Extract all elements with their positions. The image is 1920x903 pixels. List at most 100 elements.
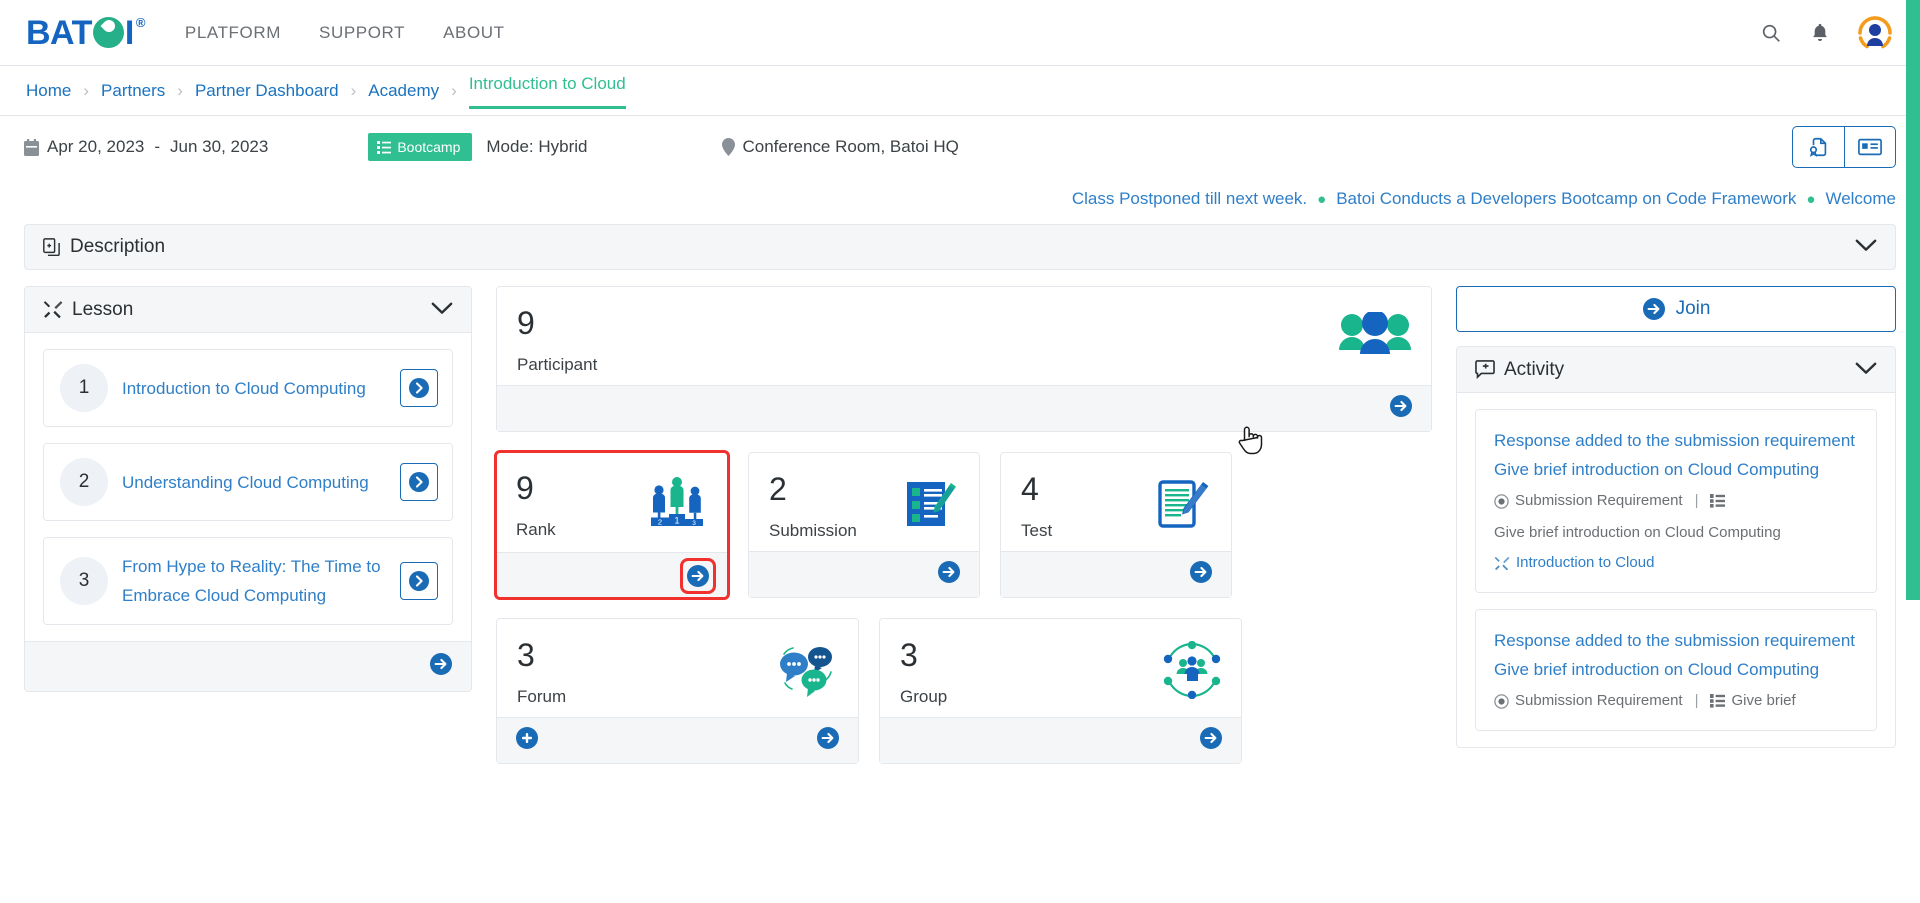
lesson-go-button[interactable] — [400, 463, 438, 501]
lesson-title[interactable]: Introduction to Cloud Computing — [122, 374, 386, 403]
bell-icon[interactable] — [1810, 22, 1830, 44]
chevron-down-icon[interactable] — [1855, 237, 1877, 257]
activity-panel-title: Activity — [1504, 358, 1565, 380]
activity-meta-type: Submission Requirement — [1515, 492, 1683, 509]
breadcrumb-item-introduction-to-cloud[interactable]: Introduction to Cloud — [468, 74, 626, 109]
participant-go-button[interactable] — [1389, 394, 1413, 423]
activity-meta: Submission Requirement | Give brief — [1494, 688, 1858, 714]
course-location-label: Conference Room, Batoi HQ — [742, 137, 959, 156]
breadcrumb-separator: › — [177, 80, 183, 100]
nav-link-support[interactable]: SUPPORT — [319, 23, 405, 43]
batoi-logo[interactable]: BAT I ® — [26, 16, 145, 50]
scrollbar-thumb[interactable] — [1906, 0, 1920, 600]
activity-title[interactable]: Response added to the submission require… — [1494, 626, 1858, 684]
arrow-right-circle-icon — [1200, 727, 1222, 749]
forum-go-button[interactable] — [816, 726, 840, 755]
logo-text-left: BAT — [26, 13, 92, 52]
badge-label: Bootcamp — [397, 139, 461, 155]
group-go-button[interactable] — [1199, 726, 1223, 755]
list-item[interactable]: Response added to the submission require… — [1475, 409, 1877, 593]
arrow-right-circle-icon — [1390, 395, 1412, 417]
radio-dot-icon — [1494, 493, 1509, 509]
ticker-dot: ● — [1317, 190, 1327, 208]
avatar[interactable] — [1858, 15, 1892, 50]
activity-title[interactable]: Response added to the submission require… — [1494, 426, 1858, 484]
date-dash: - — [154, 137, 161, 156]
location-pin-icon — [721, 138, 735, 156]
arrow-right-circle-icon — [938, 561, 960, 583]
lesson-go-button[interactable] — [400, 562, 438, 600]
lesson-panel-header[interactable]: Lesson — [25, 287, 471, 333]
join-button[interactable]: Join — [1456, 286, 1896, 332]
status-badge-bootcamp[interactable]: Bootcamp — [368, 133, 473, 161]
course-mode: Mode: Hybrid — [486, 137, 588, 156]
list-item[interactable]: 2 Understanding Cloud Computing — [43, 443, 453, 521]
stats-column: 9 Participant 9 Rank 1 2 3 2 Submission … — [494, 286, 1432, 842]
forum-add-button[interactable] — [515, 726, 539, 755]
stat-label: Rank — [516, 520, 556, 539]
top-navigation-bar: BAT I ® PLATFORM SUPPORT ABOUT — [0, 0, 1920, 66]
activity-meta-item: Give brief — [1731, 692, 1796, 709]
activity-list: Response added to the submission require… — [1457, 393, 1895, 731]
course-end-date: Jun 30, 2023 — [170, 137, 269, 156]
join-button-label: Join — [1675, 298, 1711, 319]
activity-panel-header[interactable]: Activity — [1457, 347, 1895, 393]
description-panel-header[interactable]: Description — [24, 224, 1896, 270]
primary-nav-links: PLATFORM SUPPORT ABOUT — [185, 23, 505, 43]
lesson-view-all-button[interactable] — [429, 652, 453, 681]
lesson-go-button[interactable] — [400, 369, 438, 407]
plus-circle-icon — [516, 727, 538, 749]
submission-go-button[interactable] — [937, 560, 961, 589]
breadcrumb-item-home[interactable]: Home — [26, 81, 71, 101]
stat-card-rank[interactable]: 9 Rank 1 2 3 — [494, 450, 730, 600]
document-copy-icon — [43, 237, 61, 257]
lesson-panel-title: Lesson — [72, 298, 134, 320]
list-item[interactable]: Response added to the submission require… — [1475, 609, 1877, 731]
breadcrumb-item-partners[interactable]: Partners — [101, 81, 165, 101]
activity-course-link[interactable]: Introduction to Cloud — [1516, 550, 1654, 576]
chevron-down-icon[interactable] — [1855, 360, 1877, 380]
rank-go-button[interactable] — [680, 557, 716, 594]
breadcrumb-item-academy[interactable]: Academy — [368, 81, 439, 101]
id-card-button[interactable] — [1844, 126, 1896, 168]
list-item[interactable]: 3 From Hype to Reality: The Time to Embr… — [43, 537, 453, 625]
nav-link-about[interactable]: ABOUT — [443, 23, 505, 43]
stat-card-test[interactable]: 4 Test — [1000, 452, 1232, 598]
stat-label: Participant — [517, 355, 598, 374]
test-go-button[interactable] — [1189, 560, 1213, 589]
course-location: Conference Room, Batoi HQ — [721, 137, 959, 157]
registered-mark: ® — [135, 14, 146, 30]
stat-card-submission[interactable]: 2 Submission — [748, 452, 980, 598]
page-scrollbar[interactable] — [1906, 0, 1920, 903]
stat-card-group[interactable]: 3 Group — [879, 618, 1242, 764]
arrow-right-circle-icon — [430, 653, 452, 675]
lesson-title[interactable]: From Hype to Reality: The Time to Embrac… — [122, 552, 386, 610]
radio-dot-icon — [1494, 693, 1509, 709]
stat-card-participant[interactable]: 9 Participant — [496, 286, 1432, 432]
arrow-right-circle-icon — [817, 727, 839, 749]
ticker-item[interactable]: Batoi Conducts a Developers Bootcamp on … — [1336, 189, 1796, 209]
chevron-down-icon[interactable] — [431, 300, 453, 320]
breadcrumb-item-partner-dashboard[interactable]: Partner Dashboard — [195, 81, 339, 101]
ticker-item[interactable]: Class Postponed till next week. — [1072, 189, 1307, 209]
stat-label: Submission — [769, 521, 857, 540]
stat-label: Test — [1021, 521, 1053, 540]
list-icon — [377, 140, 392, 154]
arrow-right-circle-icon — [1642, 298, 1665, 320]
stat-count: 9 — [516, 470, 534, 506]
search-icon[interactable] — [1760, 22, 1782, 44]
calendar-icon — [24, 138, 39, 156]
nav-link-platform[interactable]: PLATFORM — [185, 23, 281, 43]
ticker-item[interactable]: Welcome — [1825, 189, 1896, 209]
people-icon — [1339, 309, 1411, 369]
stat-card-forum[interactable]: 3 Forum — [496, 618, 859, 764]
lesson-column: Lesson 1 Introduction to Cloud Computing — [24, 286, 472, 842]
lesson-title[interactable]: Understanding Cloud Computing — [122, 468, 386, 497]
list-item[interactable]: 1 Introduction to Cloud Computing — [43, 349, 453, 427]
logo-droplet-icon — [92, 17, 124, 48]
arrow-right-circle-icon — [409, 571, 429, 591]
svg-text:1: 1 — [674, 515, 679, 525]
podium-icon: 1 2 3 — [646, 476, 708, 537]
logo-text-right: I — [124, 13, 134, 52]
certificate-button[interactable] — [1792, 126, 1844, 168]
